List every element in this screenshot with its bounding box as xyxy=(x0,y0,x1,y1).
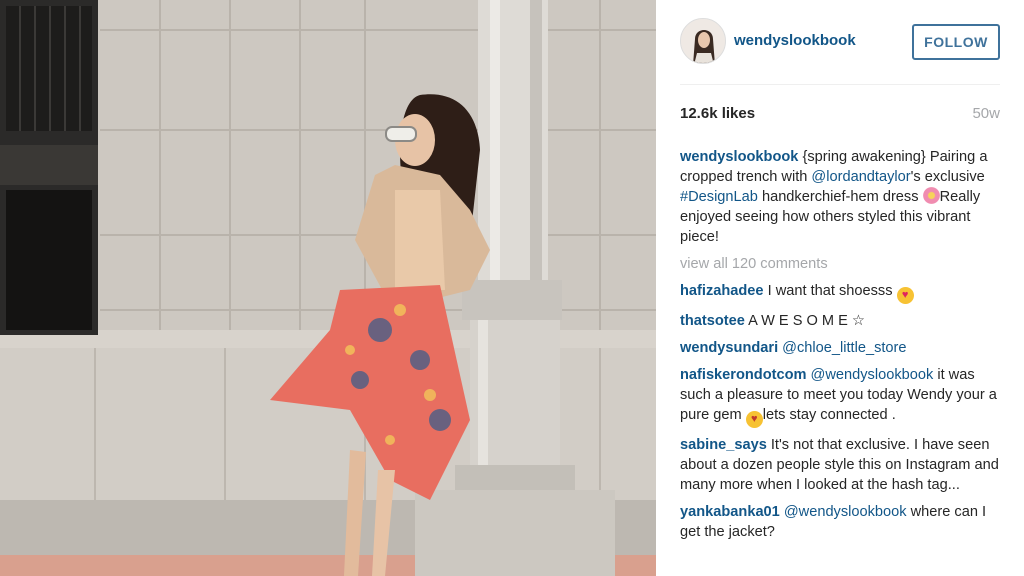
comment: hafizahadee I want that shoesss ♥ xyxy=(680,281,1005,304)
caption-mention[interactable]: @lordandtaylor xyxy=(811,169,910,185)
comment-username[interactable]: nafiskerondotcom xyxy=(680,367,807,383)
comment-mention[interactable]: @wendyslookbook xyxy=(807,367,934,383)
comment: wendysundari @chloe_little_store xyxy=(680,338,1005,358)
comment-text: A W E S O M E ☆ xyxy=(744,313,866,329)
post-photo[interactable] xyxy=(0,0,656,576)
comment-username[interactable]: sabine_says xyxy=(680,437,767,453)
divider xyxy=(680,84,1000,85)
caption-text: handkerchief-hem dress xyxy=(757,189,923,205)
post-image xyxy=(0,0,656,576)
post-sidebar: wendyslookbook FOLLOW 12.6k likes 50w we… xyxy=(656,0,1024,576)
comment-text: I want that shoesss xyxy=(763,283,893,299)
comment: thatsotee A W E S O M E ☆ xyxy=(680,311,1005,331)
comments-list: wendyslookbook {spring awakening} Pairin… xyxy=(680,147,1005,549)
post-age[interactable]: 50w xyxy=(972,105,1000,122)
comment-username[interactable]: wendysundari xyxy=(680,340,778,356)
header-username[interactable]: wendyslookbook xyxy=(734,32,856,49)
comment: sabine_says It's not that exclusive. I h… xyxy=(680,435,1005,495)
comment-mention[interactable]: @chloe_little_store xyxy=(778,340,906,356)
caption-username[interactable]: wendyslookbook xyxy=(680,149,798,165)
flower-icon xyxy=(922,187,940,204)
post-stats: 12.6k likes 50w xyxy=(680,105,1000,127)
caption-text: 's exclusive xyxy=(910,169,985,185)
comment-username[interactable]: thatsotee xyxy=(680,313,745,329)
view-all-comments-link[interactable]: view all 120 comments xyxy=(680,254,1005,274)
caption: wendyslookbook {spring awakening} Pairin… xyxy=(680,147,1005,247)
likes-count[interactable]: 12.6k likes xyxy=(680,105,755,122)
kiss-icon: ♥ xyxy=(745,411,763,428)
heart-eyes-icon: ♥ xyxy=(896,287,914,304)
comment-mention[interactable]: @wendyslookbook xyxy=(780,504,907,520)
avatar-image xyxy=(681,19,725,63)
avatar[interactable] xyxy=(680,18,726,64)
caption-hashtag[interactable]: #DesignLab xyxy=(680,189,758,205)
follow-button[interactable]: FOLLOW xyxy=(912,24,1000,60)
comment-text: lets stay connected . xyxy=(762,407,896,423)
comment-username[interactable]: yankabanka01 xyxy=(680,504,780,520)
comment: yankabanka01 @wendyslookbook where can I… xyxy=(680,502,1005,542)
comment-username[interactable]: hafizahadee xyxy=(680,283,764,299)
comment: nafiskerondotcom @wendyslookbook it was … xyxy=(680,365,1005,428)
post-header: wendyslookbook FOLLOW xyxy=(680,18,1000,66)
